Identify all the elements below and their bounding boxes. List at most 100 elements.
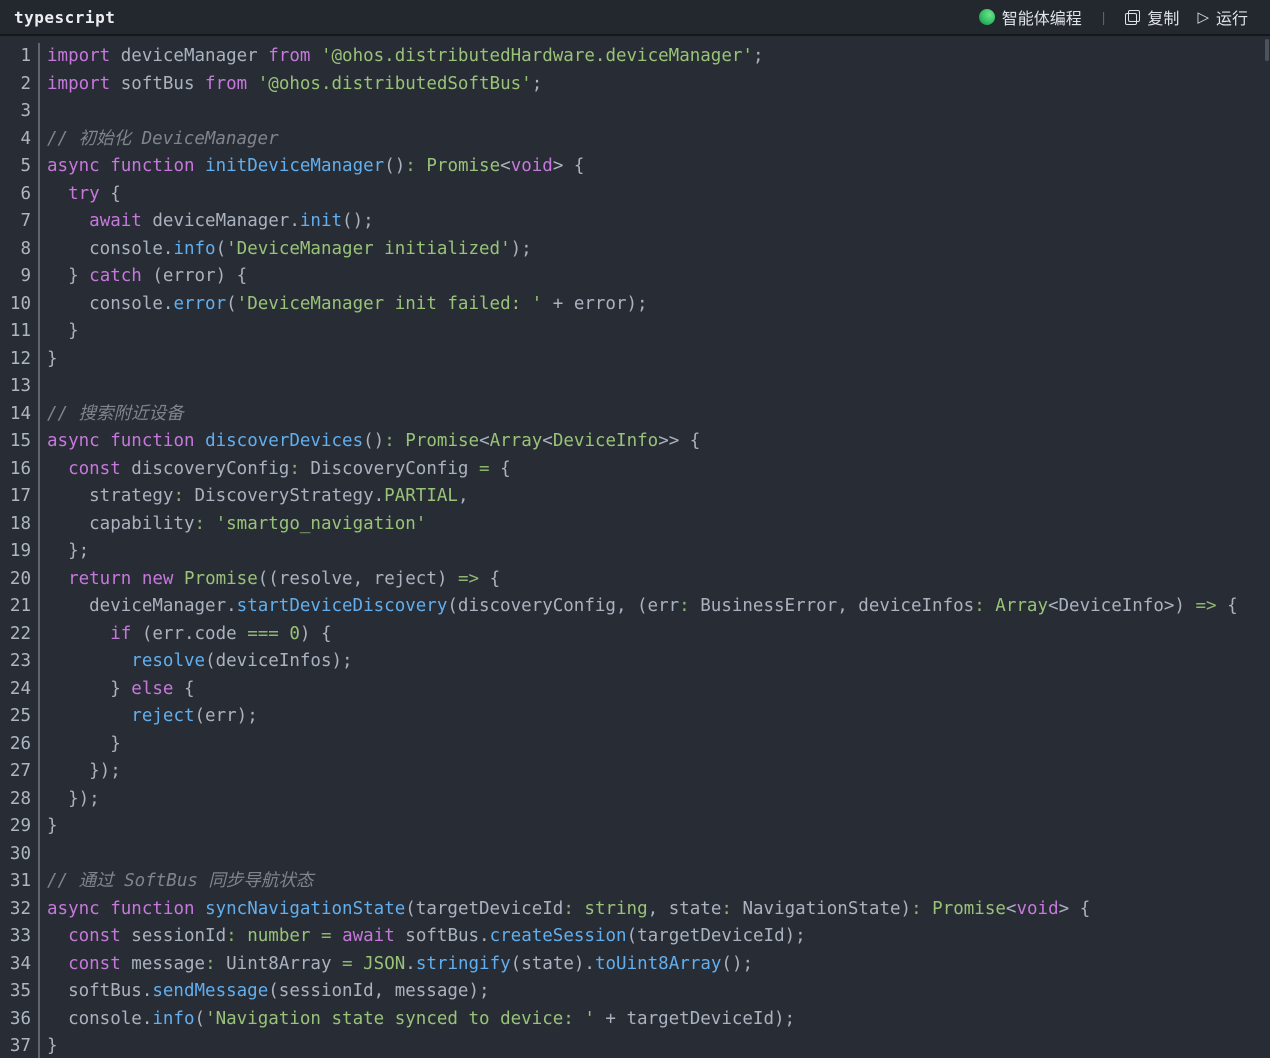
line-number: 30 <box>0 841 31 869</box>
code-text: console.error('DeviceManager init failed… <box>47 291 1270 319</box>
line-number: 11 <box>0 318 31 346</box>
run-label: 运行 <box>1216 5 1248 29</box>
code-text: try { <box>47 181 1270 209</box>
code-line: 10 console.error('DeviceManager init fai… <box>0 291 1270 319</box>
line-number: 27 <box>0 758 31 786</box>
code-editor: 1import deviceManager from '@ohos.distri… <box>0 36 1270 1058</box>
code-text: async function discoverDevices(): Promis… <box>47 428 1270 456</box>
gutter-divider <box>38 731 47 759</box>
code-line: 36 console.info('Navigation state synced… <box>0 1006 1270 1034</box>
code-line: 3 <box>0 98 1270 126</box>
code-line: 34 const message: Uint8Array = JSON.stri… <box>0 951 1270 979</box>
line-number: 34 <box>0 951 31 979</box>
code-line: 26 } <box>0 731 1270 759</box>
code-line: 11 } <box>0 318 1270 346</box>
code-text <box>47 373 1270 401</box>
code-text: await deviceManager.init(); <box>47 208 1270 236</box>
gutter-divider <box>38 593 47 621</box>
line-number: 15 <box>0 428 31 456</box>
code-text: import deviceManager from '@ohos.distrib… <box>47 43 1270 71</box>
gutter-divider <box>38 43 47 71</box>
code-text <box>47 98 1270 126</box>
code-text: // 搜索附近设备 <box>47 401 1270 429</box>
copy-button[interactable]: 复制 <box>1125 5 1179 29</box>
code-line: 17 strategy: DiscoveryStrategy.PARTIAL, <box>0 483 1270 511</box>
gutter-divider <box>38 98 47 126</box>
gutter-divider <box>38 758 47 786</box>
code-text: }); <box>47 786 1270 814</box>
line-number: 19 <box>0 538 31 566</box>
code-line: 20 return new Promise((resolve, reject) … <box>0 566 1270 594</box>
gutter-divider <box>38 896 47 924</box>
gutter-divider <box>38 71 47 99</box>
code-text: return new Promise((resolve, reject) => … <box>47 566 1270 594</box>
code-line: 22 if (err.code === 0) { <box>0 621 1270 649</box>
line-number: 10 <box>0 291 31 319</box>
code-line: 8 console.info('DeviceManager initialize… <box>0 236 1270 264</box>
code-text <box>47 841 1270 869</box>
agent-coding-button[interactable]: 智能体编程 <box>979 5 1082 29</box>
code-text: } else { <box>47 676 1270 704</box>
line-number: 31 <box>0 868 31 896</box>
code-text: // 初始化 DeviceManager <box>47 126 1270 154</box>
line-number: 17 <box>0 483 31 511</box>
line-number: 29 <box>0 813 31 841</box>
gutter-divider <box>38 786 47 814</box>
code-line: 4// 初始化 DeviceManager <box>0 126 1270 154</box>
scrollbar-thumb[interactable] <box>1265 39 1269 61</box>
code-text: softBus.sendMessage(sessionId, message); <box>47 978 1270 1006</box>
line-number: 21 <box>0 593 31 621</box>
gutter-divider <box>38 181 47 209</box>
line-number: 23 <box>0 648 31 676</box>
gutter-divider <box>38 346 47 374</box>
line-number: 35 <box>0 978 31 1006</box>
gutter-divider <box>38 841 47 869</box>
line-number: 6 <box>0 181 31 209</box>
gutter-divider <box>38 538 47 566</box>
code-line: 1import deviceManager from '@ohos.distri… <box>0 43 1270 71</box>
gutter-divider <box>38 566 47 594</box>
line-number: 33 <box>0 923 31 951</box>
code-line: 7 await deviceManager.init(); <box>0 208 1270 236</box>
line-number: 14 <box>0 401 31 429</box>
line-number: 26 <box>0 731 31 759</box>
gutter-divider <box>38 291 47 319</box>
line-number: 24 <box>0 676 31 704</box>
header-actions: 智能体编程 | 复制 ▷ 运行 <box>979 5 1248 29</box>
gutter-divider <box>38 153 47 181</box>
line-number: 36 <box>0 1006 31 1034</box>
code-line: 5async function initDeviceManager(): Pro… <box>0 153 1270 181</box>
code-line: 14 // 搜索附近设备 <box>0 401 1270 429</box>
code-text: async function syncNavigationState(targe… <box>47 896 1270 924</box>
code-text: } <box>47 346 1270 374</box>
code-text: deviceManager.startDeviceDiscovery(disco… <box>47 593 1270 621</box>
gutter-divider <box>38 868 47 896</box>
code-line: 23 resolve(deviceInfos); <box>0 648 1270 676</box>
code-text: } <box>47 731 1270 759</box>
gutter-divider <box>38 1033 47 1058</box>
gutter-divider <box>38 813 47 841</box>
code-line: 13 <box>0 373 1270 401</box>
code-line: 16 const discoveryConfig: DiscoveryConfi… <box>0 456 1270 484</box>
code-text: } <box>47 1033 1270 1058</box>
code-line: 19 }; <box>0 538 1270 566</box>
run-button[interactable]: ▷ 运行 <box>1197 5 1248 29</box>
code-text: strategy: DiscoveryStrategy.PARTIAL, <box>47 483 1270 511</box>
code-text: const sessionId: number = await softBus.… <box>47 923 1270 951</box>
line-number: 22 <box>0 621 31 649</box>
gutter-divider <box>38 236 47 264</box>
gutter-divider <box>38 648 47 676</box>
gutter-divider <box>38 703 47 731</box>
line-number: 32 <box>0 896 31 924</box>
code-line: 18 capability: 'smartgo_navigation' <box>0 511 1270 539</box>
code-line: 9 } catch (error) { <box>0 263 1270 291</box>
code-line: 37} <box>0 1033 1270 1058</box>
code-text: const discoveryConfig: DiscoveryConfig =… <box>47 456 1270 484</box>
code-text: } <box>47 318 1270 346</box>
code-text: reject(err); <box>47 703 1270 731</box>
gutter-divider <box>38 923 47 951</box>
code-text: console.info('DeviceManager initialized'… <box>47 236 1270 264</box>
code-line: 33 const sessionId: number = await softB… <box>0 923 1270 951</box>
code-language-label: typescript <box>14 8 115 27</box>
agent-coding-label: 智能体编程 <box>1002 5 1082 29</box>
